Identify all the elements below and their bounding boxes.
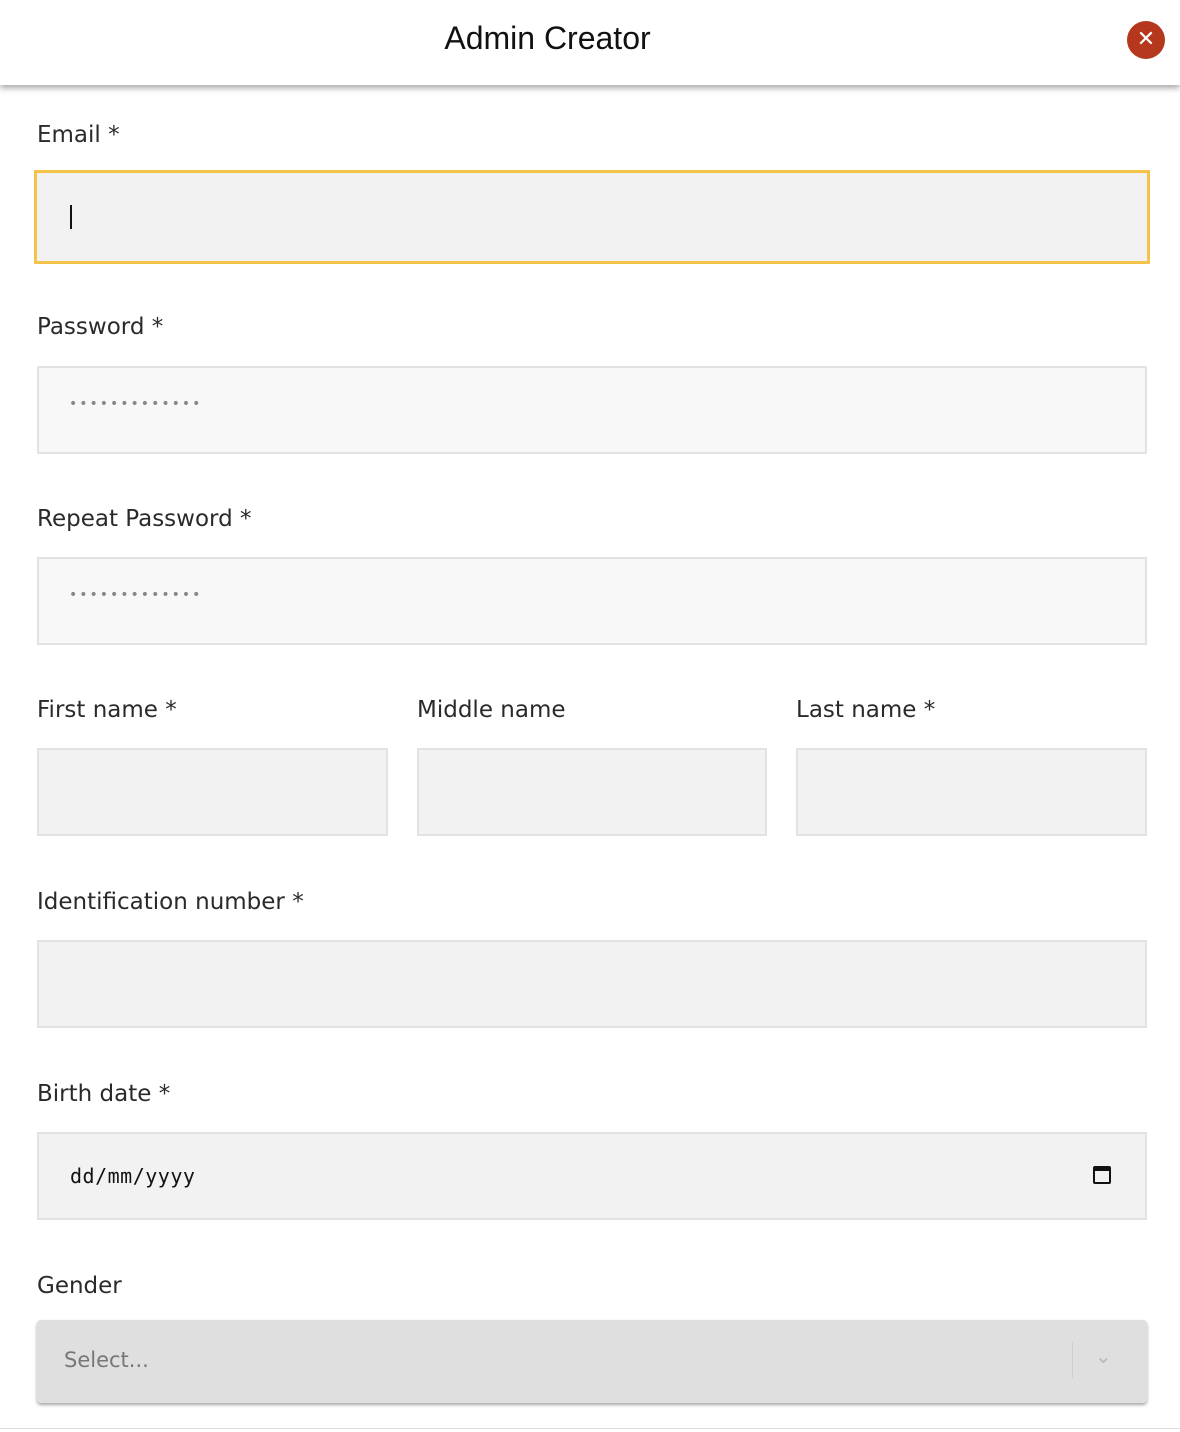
gender-label: Gender bbox=[37, 1273, 122, 1299]
first-name-label: First name * bbox=[37, 697, 177, 723]
birth-date-label: Birth date * bbox=[37, 1081, 171, 1107]
password-label: Password * bbox=[37, 314, 164, 340]
close-icon: ✕ bbox=[1136, 27, 1156, 52]
gender-placeholder: Select... bbox=[64, 1348, 149, 1372]
repeat-password-label: Repeat Password * bbox=[37, 506, 252, 532]
repeat-password-mask: ••••••••••••• bbox=[69, 587, 203, 603]
divider bbox=[0, 1428, 1180, 1429]
calendar-icon[interactable] bbox=[1093, 1166, 1111, 1184]
password-input[interactable]: ••••••••••••• bbox=[37, 366, 1147, 454]
email-label: Email * bbox=[37, 122, 120, 148]
birth-date-placeholder: dd/mm/yyyy bbox=[70, 1164, 196, 1188]
close-button[interactable]: ✕ bbox=[1127, 21, 1165, 59]
middle-name-label: Middle name bbox=[417, 697, 566, 723]
last-name-label: Last name * bbox=[796, 697, 936, 723]
select-separator bbox=[1072, 1342, 1073, 1378]
modal-title: Admin Creator bbox=[444, 20, 651, 56]
identification-number-input[interactable] bbox=[37, 940, 1147, 1028]
text-caret bbox=[70, 205, 72, 229]
first-name-input[interactable] bbox=[37, 748, 388, 836]
middle-name-input[interactable] bbox=[417, 748, 767, 836]
modal-header: Admin Creator ✕ bbox=[0, 0, 1180, 85]
identification-number-label: Identification number * bbox=[37, 889, 304, 915]
gender-select[interactable]: Select... ⌄ bbox=[37, 1320, 1147, 1403]
last-name-input[interactable] bbox=[796, 748, 1147, 836]
password-mask: ••••••••••••• bbox=[69, 396, 203, 412]
email-input[interactable] bbox=[34, 170, 1150, 264]
chevron-down-icon[interactable]: ⌄ bbox=[1095, 1344, 1112, 1368]
birth-date-input[interactable]: dd/mm/yyyy bbox=[37, 1132, 1147, 1220]
repeat-password-input[interactable]: ••••••••••••• bbox=[37, 557, 1147, 645]
